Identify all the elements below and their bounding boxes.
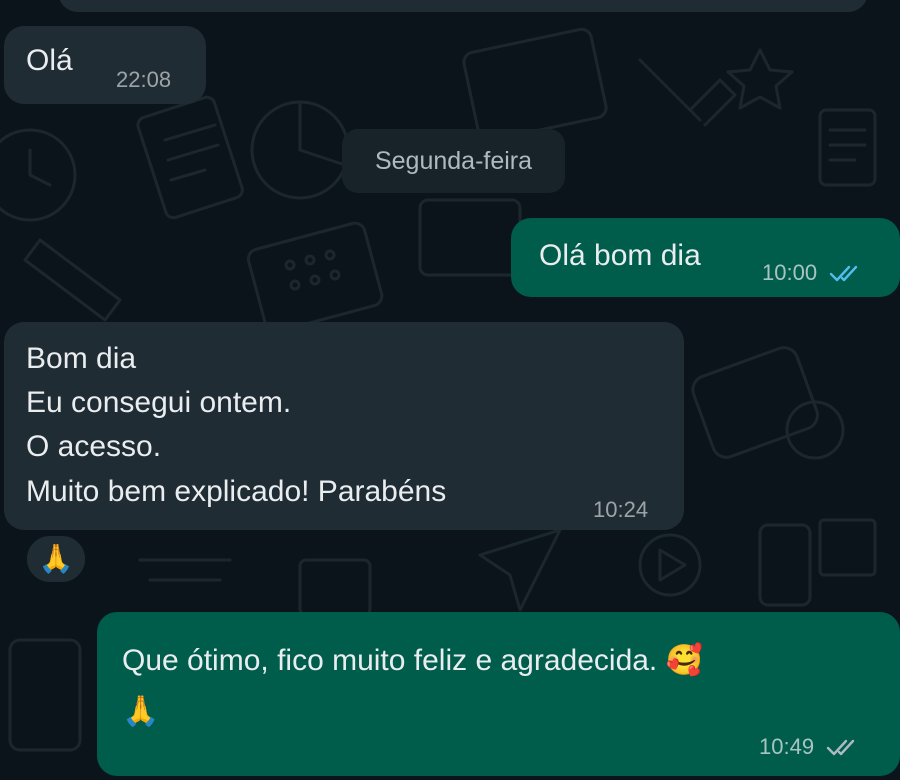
chat-area[interactable]: Olá 22:08 Segunda-feira Olá bom dia 10:0… — [0, 0, 900, 780]
message-text-line: 🙏 — [122, 694, 160, 729]
message-time: 22:08 — [116, 67, 172, 92]
message-bubble-outgoing[interactable]: Que ótimo, fico muito feliz e agradecida… — [97, 612, 900, 776]
message-text-line: Muito bem explicado! Parabéns — [26, 475, 447, 508]
message-time: 10:49 — [759, 734, 815, 759]
message-meta: 10:49 — [759, 734, 860, 760]
message-bubble-incoming[interactable]: Olá 22:08 — [4, 26, 206, 104]
message-text: Olá — [26, 44, 73, 77]
message-text-line: Bom dia — [26, 342, 137, 375]
date-separator: Segunda-feira — [342, 129, 565, 193]
double-check-icon — [826, 739, 855, 756]
double-check-icon — [829, 265, 858, 282]
message-bubble-outgoing[interactable]: Olá bom dia 10:00 — [511, 218, 900, 297]
message-meta: 10:00 — [762, 260, 863, 286]
message-text-line: O acesso. — [26, 430, 162, 463]
message-text-line: Que ótimo, fico muito feliz e agradecida… — [122, 644, 703, 677]
previous-message-bubble — [58, 0, 868, 12]
message-text-line: Eu consegui ontem. — [26, 386, 292, 419]
message-text: Olá bom dia — [539, 239, 701, 272]
message-time: 10:00 — [762, 260, 818, 285]
message-reaction[interactable]: 🙏 — [24, 533, 88, 585]
message-bubble-incoming[interactable]: Bom dia Eu consegui ontem. O acesso. Mui… — [4, 322, 684, 530]
message-time: 10:24 — [593, 497, 649, 522]
